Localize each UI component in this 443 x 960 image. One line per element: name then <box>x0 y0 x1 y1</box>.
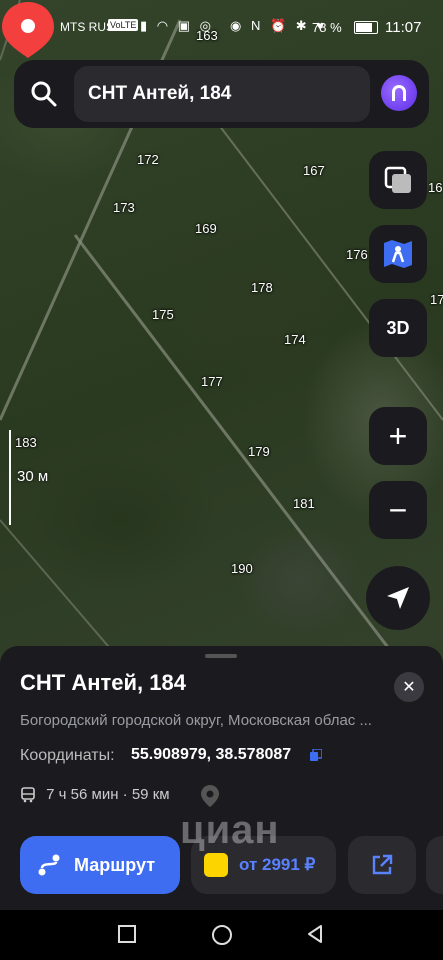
plot-label: 181 <box>293 496 315 511</box>
coordinates-value[interactable]: 55.908979, 38.578087 <box>131 746 291 764</box>
zoom-out-icon: − <box>388 491 408 528</box>
plot-label: 183 <box>15 435 37 450</box>
route-summary: 7 ч 56 мин · 59 км <box>20 786 170 803</box>
taxi-price: от 2991 ₽ <box>239 855 316 874</box>
3d-button[interactable]: 3D <box>369 299 427 357</box>
3d-label: 3D <box>386 317 410 338</box>
place-card[interactable]: СНТ Антей, 184 ✕ Богородский городской о… <box>0 646 443 910</box>
back-icon[interactable] <box>305 924 325 944</box>
place-title: СНТ Антей, 184 <box>20 670 186 695</box>
zoom-in-button[interactable]: + <box>369 407 427 465</box>
my-location-button[interactable] <box>366 566 430 630</box>
zoom-out-button[interactable]: − <box>369 481 427 539</box>
bus-icon <box>21 787 35 803</box>
search-bar: СНТ Антей, 184 <box>14 60 429 128</box>
volte-badge: VoLTE <box>108 19 139 31</box>
scale-text: 30 м <box>17 468 49 485</box>
search-value: СНТ Антей, 184 <box>88 83 232 104</box>
signal-icon: ▮ ◠ ▣ ◎ <box>140 18 214 33</box>
plot-label: 173 <box>113 200 135 215</box>
route-button-label: Маршрут <box>74 855 156 875</box>
layers-button[interactable] <box>369 151 427 209</box>
sheet-handle[interactable] <box>205 654 237 658</box>
plot-label: 167 <box>303 163 325 178</box>
navigation-bar <box>0 910 443 960</box>
plot-label: 190 <box>231 561 253 576</box>
location-arrow-icon <box>387 587 409 609</box>
plot-label: 17 <box>430 292 443 307</box>
route-icon <box>38 854 60 876</box>
watermark-logo: циан <box>180 808 280 852</box>
separator: · <box>122 786 128 803</box>
panorama-button[interactable] <box>369 225 427 283</box>
search-icon[interactable] <box>30 80 58 108</box>
panorama-icon <box>384 240 412 268</box>
voice-assistant-icon[interactable] <box>381 75 417 111</box>
search-input[interactable]: СНТ Антей, 184 <box>74 66 370 122</box>
copy-icon[interactable] <box>310 749 322 761</box>
carrier-name: MTS RUS <box>60 20 114 34</box>
home-icon[interactable] <box>211 924 233 946</box>
share-icon <box>372 854 393 875</box>
plot-label: 172 <box>137 152 159 167</box>
recent-apps-icon[interactable] <box>117 924 137 944</box>
plot-label: 178 <box>251 280 273 295</box>
plot-label: 175 <box>152 307 174 322</box>
close-icon: ✕ <box>402 679 416 696</box>
scale-bar <box>9 430 11 525</box>
plot-label: 177 <box>201 374 223 389</box>
status-bar: MTS RUS VoLTE ▮ ◠ ▣ ◎ ◉ N ⏰ ✱ ♥ 78 % 11:… <box>0 0 443 56</box>
taxi-icon <box>204 853 228 877</box>
coordinates-label: Координаты: <box>20 747 115 764</box>
plot-label: 179 <box>248 444 270 459</box>
clock: 11:07 <box>385 19 422 36</box>
plot-label: 16 <box>428 180 443 195</box>
battery-icon <box>354 21 378 34</box>
plot-label: 174 <box>284 332 306 347</box>
route-time: 7 ч 56 мин <box>46 786 119 803</box>
more-button[interactable] <box>426 836 443 894</box>
share-button[interactable] <box>348 836 416 894</box>
location-pin-icon <box>201 785 219 807</box>
battery-percent: 78 % <box>312 20 342 35</box>
plot-label: 176 <box>346 247 368 262</box>
route-distance: 59 км <box>131 786 170 803</box>
zoom-in-icon: + <box>388 417 408 454</box>
close-button[interactable]: ✕ <box>394 672 424 702</box>
route-button[interactable]: Маршрут <box>20 836 180 894</box>
plot-label: 169 <box>195 221 217 236</box>
place-address: Богородский городской округ, Московская … <box>20 712 372 729</box>
layers-icon <box>384 166 411 193</box>
